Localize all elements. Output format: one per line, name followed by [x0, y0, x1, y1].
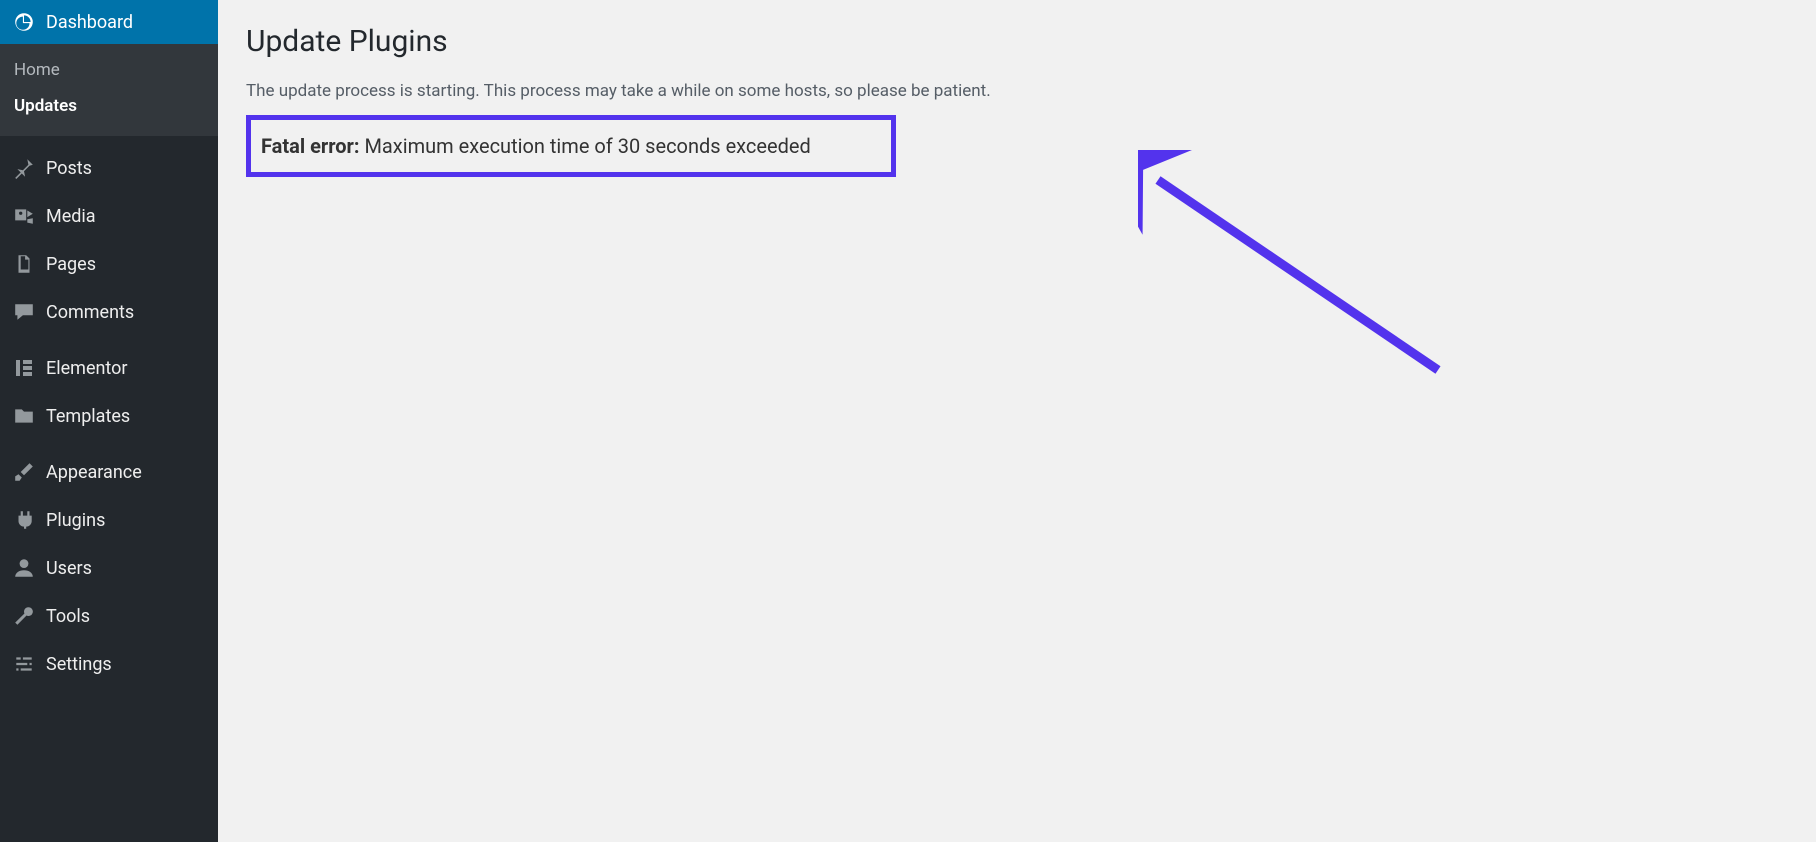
sidebar-item-label: Posts — [46, 158, 92, 179]
sliders-icon — [12, 652, 36, 676]
pages-icon — [12, 252, 36, 276]
sidebar-item-dashboard[interactable]: Dashboard — [0, 0, 218, 44]
sidebar-item-media[interactable]: Media — [0, 192, 218, 240]
dashboard-icon — [12, 10, 36, 34]
media-icon — [12, 204, 36, 228]
brush-icon — [12, 460, 36, 484]
plug-icon — [12, 508, 36, 532]
sidebar-separator — [0, 440, 218, 448]
sidebar-item-label: Pages — [46, 254, 96, 275]
sidebar-item-label: Appearance — [46, 462, 142, 483]
sidebar-item-label: Comments — [46, 302, 134, 323]
sidebar-item-label: Tools — [46, 606, 90, 627]
sidebar-item-plugins[interactable]: Plugins — [0, 496, 218, 544]
sidebar-item-pages[interactable]: Pages — [0, 240, 218, 288]
sidebar-item-label: Users — [46, 558, 92, 579]
page-subtext: The update process is starting. This pro… — [246, 81, 1788, 101]
sidebar-item-label: Media — [46, 206, 96, 227]
sidebar-item-settings[interactable]: Settings — [0, 640, 218, 688]
sidebar-sub-home[interactable]: Home — [0, 52, 218, 88]
sidebar-item-comments[interactable]: Comments — [0, 288, 218, 336]
annotation-arrow — [1138, 150, 1458, 410]
sidebar-separator — [0, 336, 218, 344]
wrench-icon — [12, 604, 36, 628]
sidebar-item-label: Templates — [46, 406, 130, 427]
error-label: Fatal error: — [261, 134, 359, 158]
sidebar-sub-updates[interactable]: Updates — [0, 88, 218, 124]
sidebar-item-templates[interactable]: Templates — [0, 392, 218, 440]
error-message: Maximum execution time of 30 seconds exc… — [359, 134, 810, 158]
admin-sidebar: Dashboard Home Updates Posts Media Pages… — [0, 0, 218, 842]
sidebar-item-label: Elementor — [46, 358, 128, 379]
pin-icon — [12, 156, 36, 180]
main-content: Update Plugins The update process is sta… — [218, 0, 1816, 842]
sidebar-item-label: Settings — [46, 654, 112, 675]
sidebar-item-label: Dashboard — [46, 12, 133, 33]
sidebar-separator — [0, 136, 218, 144]
folder-icon — [12, 404, 36, 428]
elementor-icon — [12, 356, 36, 380]
sidebar-item-elementor[interactable]: Elementor — [0, 344, 218, 392]
comments-icon — [12, 300, 36, 324]
sidebar-item-appearance[interactable]: Appearance — [0, 448, 218, 496]
sidebar-item-label: Plugins — [46, 510, 105, 531]
error-highlight-box: Fatal error: Maximum execution time of 3… — [246, 115, 896, 177]
user-icon — [12, 556, 36, 580]
sidebar-submenu: Home Updates — [0, 44, 218, 136]
sidebar-item-posts[interactable]: Posts — [0, 144, 218, 192]
sidebar-item-users[interactable]: Users — [0, 544, 218, 592]
sidebar-item-tools[interactable]: Tools — [0, 592, 218, 640]
page-title: Update Plugins — [246, 24, 1788, 59]
